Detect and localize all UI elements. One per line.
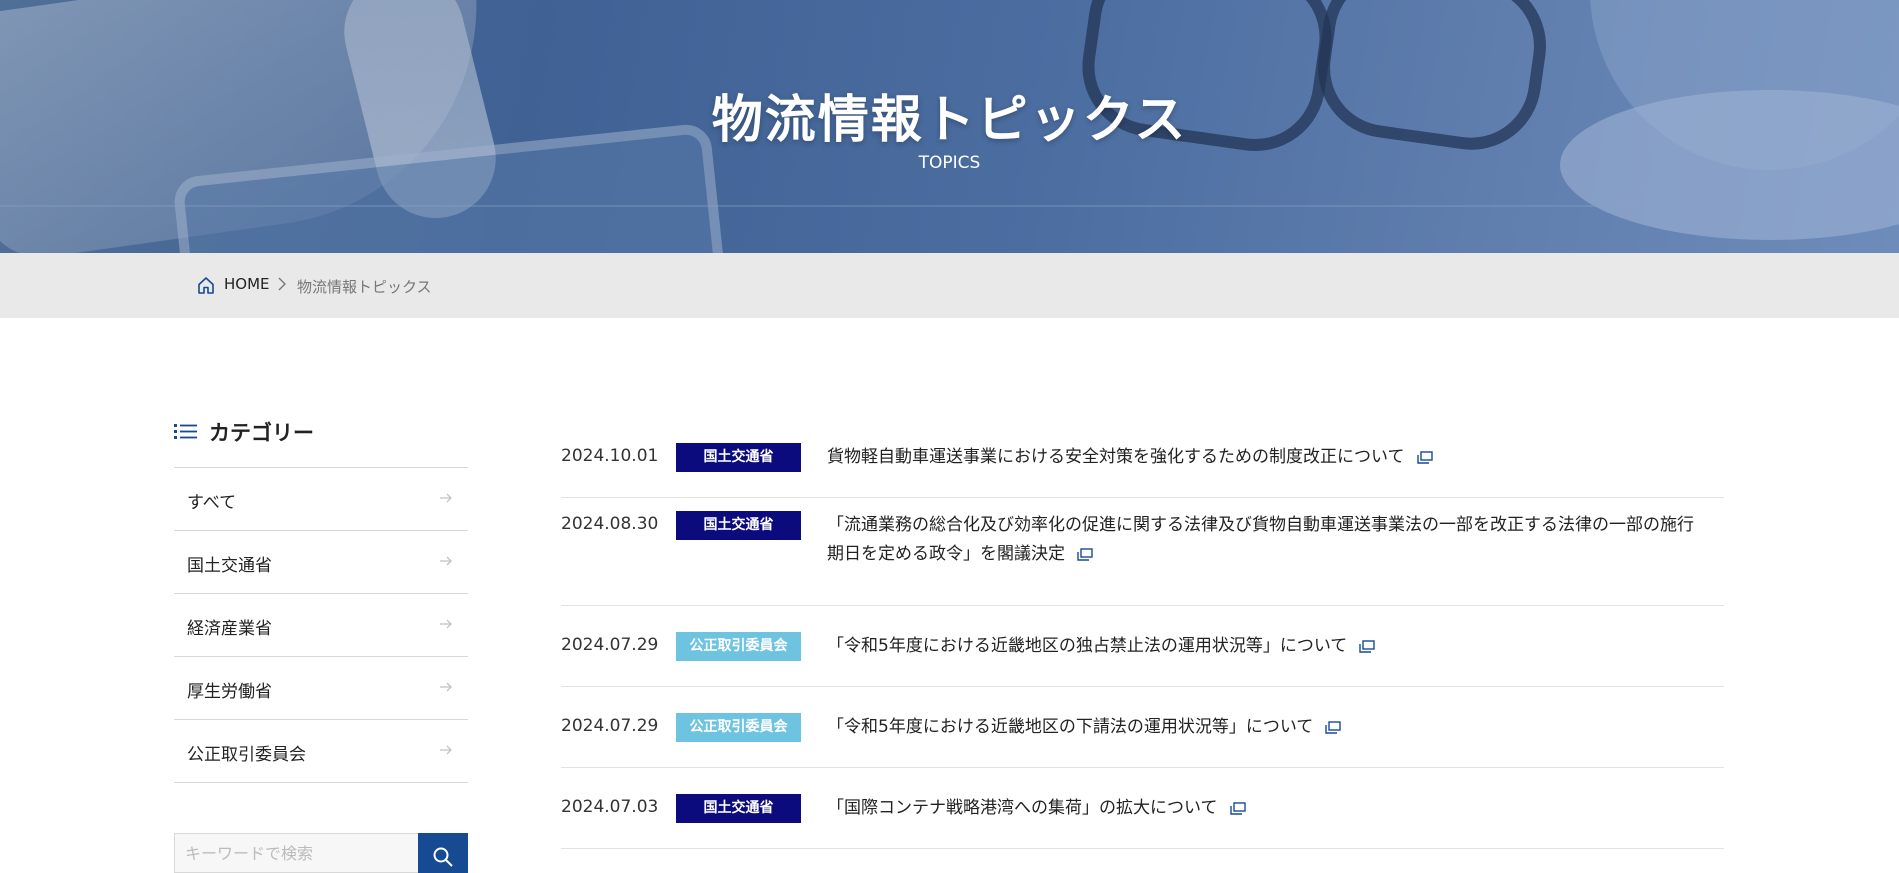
arrow-right-icon: [440, 493, 452, 503]
category-item-mlit[interactable]: 国土交通省: [174, 531, 468, 594]
news-date: 2024.07.29: [561, 635, 659, 655]
breadcrumb-current: 物流情報トピックス: [297, 278, 432, 296]
external-window-icon: [1077, 547, 1093, 561]
external-window-icon: [1325, 720, 1342, 734]
news-item[interactable]: 2024.07.29 公正取引委員会 「令和5年度における近畿地区の独占禁止法の…: [561, 606, 1724, 687]
news-title-link[interactable]: 「流通業務の総合化及び効率化の促進に関する法律及び貨物自動車運送事業法の一部を改…: [827, 511, 1694, 569]
search-button[interactable]: [418, 833, 468, 873]
news-title-text: 「令和5年度における近畿地区の独占禁止法の運用状況等」について: [827, 636, 1348, 656]
search-icon: [433, 847, 453, 867]
news-item[interactable]: 2024.08.30 国土交通省 「流通業務の総合化及び効率化の促進に関する法律…: [561, 498, 1724, 606]
external-window-icon: [1416, 450, 1433, 464]
news-title-text: 「国際コンテナ戦略港湾への集荷」の拡大について: [827, 798, 1218, 818]
hero-banner: 物流情報トピックス TOPICS: [0, 0, 1899, 253]
breadcrumb-home-link[interactable]: HOME: [224, 275, 270, 293]
category-label: 経済産業省: [187, 619, 272, 639]
home-icon[interactable]: [197, 276, 215, 295]
page-subtitle: TOPICS: [918, 153, 981, 173]
category-badge: 国土交通省: [676, 443, 801, 472]
list-icon: [174, 424, 197, 439]
arrow-right-icon: [440, 619, 452, 629]
news-title-link[interactable]: 貨物軽自動車運送事業における安全対策を強化するための制度改正について: [827, 443, 1694, 472]
news-title-text: 「令和5年度における近畿地区の下請法の運用状況等」について: [827, 717, 1314, 737]
category-heading: カテゴリー: [209, 421, 314, 445]
news-date: 2024.07.29: [561, 716, 659, 736]
news-date: 2024.10.01: [561, 446, 659, 466]
category-badge: 公正取引委員会: [676, 632, 801, 661]
category-label: 公正取引委員会: [187, 745, 306, 765]
external-window-icon: [1229, 801, 1246, 815]
category-item-jftc[interactable]: 公正取引委員会: [174, 720, 468, 783]
category-item-mhlw[interactable]: 厚生労働省: [174, 657, 468, 720]
news-title-link[interactable]: 「令和5年度における近畿地区の下請法の運用状況等」について: [827, 713, 1694, 742]
category-label: すべて: [187, 493, 237, 513]
external-window-icon: [1359, 639, 1376, 653]
news-item[interactable]: 2024.07.29 公正取引委員会 「令和5年度における近畿地区の下請法の運用…: [561, 687, 1724, 768]
category-badge: 公正取引委員会: [676, 713, 801, 742]
news-title-text: 「流通業務の総合化及び効率化の促進に関する法律及び貨物自動車運送事業法の一部を改…: [827, 515, 1694, 564]
news-list: 2024.10.01 国土交通省 貨物軽自動車運送事業における安全対策を強化する…: [561, 430, 1724, 849]
arrow-right-icon: [440, 556, 452, 566]
news-item[interactable]: 2024.10.01 国土交通省 貨物軽自動車運送事業における安全対策を強化する…: [561, 430, 1724, 498]
category-label: 厚生労働省: [187, 682, 272, 702]
category-item-meti[interactable]: 経済産業省: [174, 594, 468, 657]
hero-desk-edge: [0, 205, 1899, 207]
chevron-right-icon: [278, 277, 286, 291]
category-list: すべて 国土交通省 経済産業省 厚生労働省 公正取引委員会: [174, 467, 468, 783]
news-item[interactable]: 2024.07.03 国土交通省 「国際コンテナ戦略港湾への集荷」の拡大について: [561, 768, 1724, 849]
arrow-right-icon: [440, 745, 452, 755]
arrow-right-icon: [440, 682, 452, 692]
news-title-text: 貨物軽自動車運送事業における安全対策を強化するための制度改正について: [827, 447, 1405, 467]
category-item-all[interactable]: すべて: [174, 468, 468, 531]
page-title: 物流情報トピックス: [711, 91, 1188, 150]
category-badge: 国土交通省: [676, 511, 801, 540]
breadcrumb: HOME 物流情報トピックス: [0, 253, 1899, 318]
search-input[interactable]: [174, 833, 424, 873]
category-label: 国土交通省: [187, 556, 272, 576]
news-date: 2024.08.30: [561, 514, 659, 534]
news-date: 2024.07.03: [561, 797, 659, 817]
news-title-link[interactable]: 「国際コンテナ戦略港湾への集荷」の拡大について: [827, 794, 1694, 823]
category-badge: 国土交通省: [676, 794, 801, 823]
news-title-link[interactable]: 「令和5年度における近畿地区の独占禁止法の運用状況等」について: [827, 632, 1694, 661]
